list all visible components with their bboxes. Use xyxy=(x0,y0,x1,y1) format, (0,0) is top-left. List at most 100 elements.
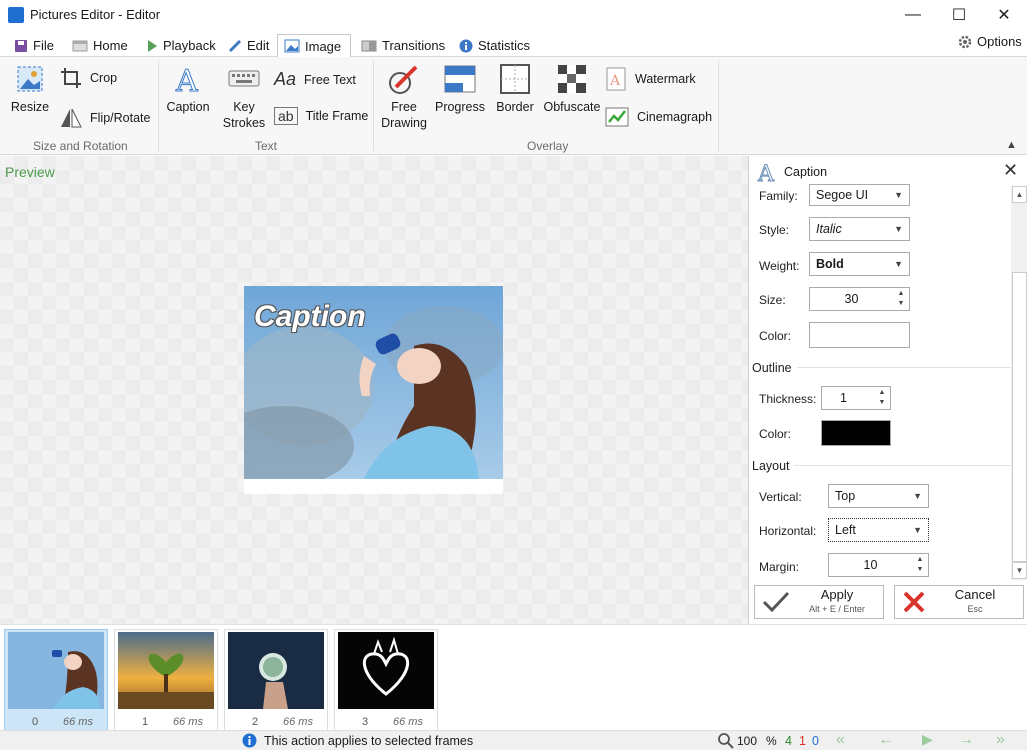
svg-text:A: A xyxy=(175,64,198,95)
tab-edit-label: Edit xyxy=(247,38,270,53)
frame-index: 1 xyxy=(141,716,149,728)
font-color-swatch[interactable] xyxy=(809,322,910,348)
frame-index: 0 xyxy=(31,716,39,728)
crop-button[interactable]: Crop xyxy=(60,67,117,89)
obfuscate-label: Obfuscate xyxy=(543,100,601,114)
maximize-button[interactable]: ☐ xyxy=(936,0,982,30)
tab-home[interactable]: Home xyxy=(66,34,134,57)
previous-frame-icon[interactable]: ← xyxy=(878,731,894,749)
thickness-label: Thickness: xyxy=(759,392,817,406)
apply-button[interactable]: Apply Alt + E / Enter xyxy=(754,585,884,619)
frame-thumbnail[interactable]: 3 66 ms xyxy=(334,629,438,731)
ribbon-separator xyxy=(373,61,374,151)
close-button[interactable]: ✕ xyxy=(981,0,1027,30)
watermark-button[interactable]: A Watermark xyxy=(605,67,696,91)
vertical-value: Top xyxy=(835,489,856,503)
next-frame-icon[interactable]: → xyxy=(958,731,974,749)
horizontal-select[interactable]: Left ▼ xyxy=(828,518,929,542)
size-value: 30 xyxy=(844,292,859,306)
panel-scrollbar[interactable]: ▲ ▼ xyxy=(1011,186,1027,580)
tab-statistics[interactable]: Statistics xyxy=(453,34,536,57)
play-icon[interactable]: ▶ xyxy=(922,731,933,748)
cancel-button[interactable]: Cancel Esc xyxy=(894,585,1024,619)
frame-thumbnail[interactable]: 2 66 ms xyxy=(224,629,328,731)
tab-playback[interactable]: Playback xyxy=(140,34,222,57)
ribbon-tabs: File Home Playback Edit Image Transition… xyxy=(0,34,1027,58)
title-bar: Pictures Editor - Editor — ☐ ✕ xyxy=(0,0,1027,30)
options-button[interactable]: Options xyxy=(952,30,1027,53)
tab-image-label: Image xyxy=(305,38,342,54)
tab-transitions[interactable]: Transitions xyxy=(355,34,451,57)
margin-stepper[interactable]: 10 ▲ ▼ xyxy=(828,553,929,577)
preview-frame: Caption xyxy=(244,286,503,494)
info-icon xyxy=(242,733,257,748)
frame-image xyxy=(228,632,324,709)
flip-rotate-button[interactable]: Flip/Rotate xyxy=(60,107,150,129)
obfuscate-button[interactable]: Obfuscate xyxy=(542,63,602,115)
stepper-arrows-icon[interactable]: ▲ ▼ xyxy=(912,555,928,575)
last-frame-icon[interactable]: » xyxy=(996,731,1005,749)
app-icon xyxy=(8,7,24,23)
scroll-up-button[interactable]: ▲ xyxy=(1012,186,1027,203)
preview-label: Preview xyxy=(5,164,55,180)
margin-value: 10 xyxy=(863,558,878,572)
cancel-label: Cancel xyxy=(954,587,996,602)
stepper-arrows-icon[interactable]: ▲ ▼ xyxy=(893,289,909,309)
chevron-down-icon: ▼ xyxy=(894,224,903,234)
size-stepper[interactable]: 30 ▲ ▼ xyxy=(809,287,910,311)
style-label: Style: xyxy=(759,223,790,237)
free-drawing-button[interactable]: Free Drawing xyxy=(380,63,428,131)
caption-button[interactable]: A Caption xyxy=(165,63,211,115)
zoom-unit: % xyxy=(766,734,777,748)
free-text-button[interactable]: Aa Free Text xyxy=(274,69,356,90)
tab-file[interactable]: File xyxy=(8,34,60,57)
progress-button[interactable]: Progress xyxy=(434,63,486,115)
frame-count-total: 4 xyxy=(785,734,792,748)
ribbon-separator xyxy=(718,61,719,151)
collapse-ribbon-icon[interactable]: ▲ xyxy=(1006,139,1017,151)
scroll-down-button[interactable]: ▼ xyxy=(1012,562,1027,579)
scroll-thumb[interactable] xyxy=(1012,272,1027,562)
style-select[interactable]: Italic ▼ xyxy=(809,217,910,241)
keyboard-icon xyxy=(228,70,260,87)
stepper-arrows-icon[interactable]: ▲ ▼ xyxy=(874,388,890,408)
tab-statistics-label: Statistics xyxy=(478,38,531,53)
chevron-down-icon: ▼ xyxy=(894,190,903,200)
key-strokes-button[interactable]: Key Strokes xyxy=(220,63,268,131)
family-select[interactable]: Segoe UI ▼ xyxy=(809,184,910,206)
frame-index: 3 xyxy=(361,716,369,728)
ribbon-separator xyxy=(158,61,159,151)
minimize-button[interactable]: — xyxy=(890,0,936,30)
free-drawing-label-1: Free xyxy=(391,100,417,114)
resize-button[interactable]: Resize xyxy=(8,63,52,115)
outline-color-swatch[interactable] xyxy=(821,420,891,446)
zoom-value[interactable]: 100 xyxy=(737,734,757,748)
divider xyxy=(797,367,1011,368)
caption-icon: A xyxy=(175,64,199,96)
weight-select[interactable]: Bold ▼ xyxy=(809,252,910,276)
cinemagraph-button[interactable]: Cinemagraph xyxy=(605,105,712,129)
chevron-down-icon: ▼ xyxy=(913,491,922,501)
status-bar: This action applies to selected frames 1… xyxy=(0,730,1027,750)
title-frame-icon: ab xyxy=(274,107,298,125)
weight-value: Bold xyxy=(816,257,844,271)
frame-thumbnail[interactable]: 0 66 ms xyxy=(4,629,108,731)
frame-delay: 66 ms xyxy=(173,716,203,728)
vertical-select[interactable]: Top ▼ xyxy=(828,484,929,508)
panel-close-button[interactable]: ✕ xyxy=(1003,160,1018,181)
play-icon xyxy=(148,39,157,52)
save-icon xyxy=(15,39,27,52)
tab-edit[interactable]: Edit xyxy=(222,34,275,57)
divider xyxy=(794,465,1011,466)
image-icon xyxy=(284,39,300,53)
title-frame-button[interactable]: ab Title Frame xyxy=(274,107,368,125)
tab-image[interactable]: Image xyxy=(277,34,351,58)
frame-thumbnail[interactable]: 1 66 ms xyxy=(114,629,218,731)
outline-color-label: Color: xyxy=(759,427,792,441)
caption-panel-icon: A xyxy=(757,162,776,185)
thickness-stepper[interactable]: 1 ▲ ▼ xyxy=(821,386,891,410)
first-frame-icon[interactable]: « xyxy=(836,731,845,749)
border-button[interactable]: Border xyxy=(492,63,538,115)
info-icon xyxy=(459,39,473,52)
frame-delay: 66 ms xyxy=(283,716,313,728)
